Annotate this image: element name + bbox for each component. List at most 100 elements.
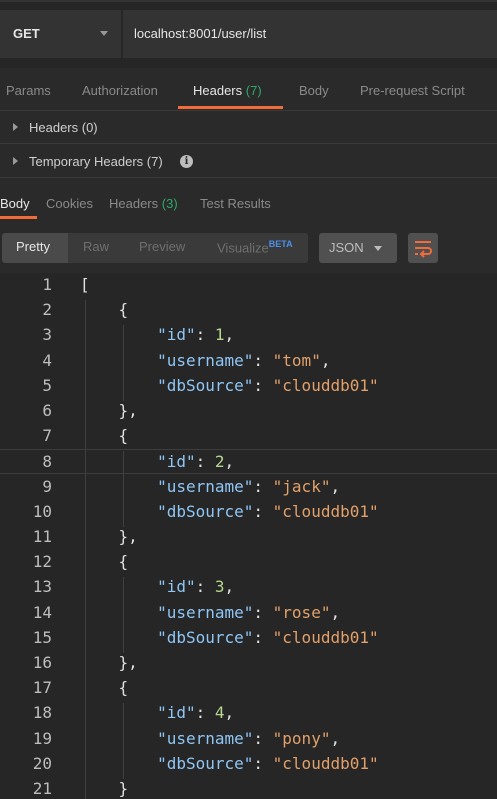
format-label: JSON xyxy=(329,240,364,255)
line-number: 6 xyxy=(42,401,52,420)
info-icon[interactable]: i xyxy=(180,155,193,168)
view-mode-group: Pretty Raw Preview VisualizeBETA xyxy=(2,233,308,263)
line-number: 1 xyxy=(42,275,52,294)
line-number: 20 xyxy=(32,753,52,773)
raw-button[interactable]: Raw xyxy=(83,239,109,254)
response-body-editor[interactable]: 1[2 {3 "id": 1, 4 "username": "tom", 5 "db… xyxy=(0,273,497,799)
code-line: 14 "username": "rose", xyxy=(0,601,497,626)
code-text: { xyxy=(80,678,129,698)
pretty-button[interactable]: Pretty xyxy=(16,239,50,254)
wrap-lines-icon xyxy=(415,241,432,258)
code-text: "id": 4, xyxy=(157,703,235,723)
code-line: 3 "id": 1, xyxy=(0,323,497,348)
url-text: localhost:8001/user/list xyxy=(134,26,267,41)
code-line: 10 "dbSource": "clouddb01" xyxy=(0,500,497,525)
line-number: 17 xyxy=(32,678,52,698)
request-tabs: Params Authorization Headers (7) Body Pr… xyxy=(0,70,497,111)
request-bar: GET localhost:8001/user/list xyxy=(0,0,497,68)
line-number: 18 xyxy=(32,703,52,723)
code-line: 2 { xyxy=(0,298,497,323)
code-line: 1[ xyxy=(0,273,497,298)
tab-body[interactable]: Body xyxy=(299,83,329,98)
tab-label: Params xyxy=(6,83,51,98)
line-number: 7 xyxy=(42,426,52,446)
code-text: "dbSource": "clouddb01" xyxy=(157,501,379,521)
code-text: "username": "rose", xyxy=(157,602,341,622)
tab-response-body[interactable]: Body xyxy=(0,196,30,211)
url-input[interactable]: localhost:8001/user/list xyxy=(123,10,497,58)
code-text: { xyxy=(80,426,129,446)
line-number: 5 xyxy=(42,375,52,395)
code-line: 9 "username": "jack", xyxy=(0,475,497,500)
line-number: 4 xyxy=(42,350,52,370)
indent-guide xyxy=(123,451,125,527)
code-text: "id": 1, xyxy=(157,325,235,345)
wrap-lines-button[interactable] xyxy=(408,233,438,263)
indent-guide xyxy=(123,325,125,401)
code-text: [ xyxy=(80,275,90,294)
code-text: "id": 3, xyxy=(157,577,235,597)
tab-params[interactable]: Params xyxy=(6,83,51,98)
code-line: 5 "dbSource": "clouddb01" xyxy=(0,374,497,399)
line-number: 13 xyxy=(32,577,52,597)
tab-label: Cookies xyxy=(46,196,93,211)
code-line: 19 "username": "pony", xyxy=(0,727,497,752)
line-number: 3 xyxy=(42,325,52,345)
chevron-right-icon xyxy=(13,123,18,131)
tab-pre-request-script[interactable]: Pre-request Script xyxy=(360,83,465,98)
format-select[interactable]: JSON xyxy=(319,233,397,263)
chevron-right-icon xyxy=(13,157,18,165)
code-text: "username": "pony", xyxy=(157,728,341,748)
tab-authorization[interactable]: Authorization xyxy=(82,83,158,98)
code-text: "dbSource": "clouddb01" xyxy=(157,375,379,395)
line-number: 9 xyxy=(42,476,52,496)
tab-cookies[interactable]: Cookies xyxy=(46,196,93,211)
visualize-button[interactable]: VisualizeBETA xyxy=(217,239,293,255)
preview-button[interactable]: Preview xyxy=(139,239,185,254)
code-line: 4 "username": "tom", xyxy=(0,349,497,374)
line-number: 21 xyxy=(32,779,52,798)
section-label: Headers (0) xyxy=(29,120,98,135)
active-tab-indicator xyxy=(178,106,283,109)
indent-guide xyxy=(123,577,125,653)
method-label: GET xyxy=(13,26,40,41)
code-line: 8 "id": 2, xyxy=(0,449,497,475)
line-number: 19 xyxy=(32,728,52,748)
code-text: }, xyxy=(80,527,138,546)
response-tabs: Body Cookies Headers (3) Test Results xyxy=(0,184,497,220)
code-text: { xyxy=(80,300,129,320)
tab-label: Headers xyxy=(109,196,159,211)
line-number: 12 xyxy=(32,552,52,572)
tab-label: Test Results xyxy=(200,196,271,211)
code-text: { xyxy=(80,552,129,572)
temporary-headers-section[interactable]: Temporary Headers (7) i xyxy=(0,144,497,178)
tab-count: (3) xyxy=(161,196,178,211)
code-line: 12 { xyxy=(0,550,497,575)
section-label: Temporary Headers (7) xyxy=(29,154,163,169)
top-strip xyxy=(0,0,497,2)
line-number: 14 xyxy=(32,602,52,622)
indent-guide xyxy=(84,300,86,799)
chevron-down-icon xyxy=(374,246,382,251)
tab-label: Body xyxy=(299,83,329,98)
line-number: 8 xyxy=(42,452,52,472)
tab-response-headers[interactable]: Headers (3) xyxy=(109,196,178,211)
visualize-label: Visualize xyxy=(217,240,269,256)
tab-headers[interactable]: Headers (7) xyxy=(193,83,262,98)
tab-test-results[interactable]: Test Results xyxy=(200,196,271,211)
code-text: "username": "tom", xyxy=(157,350,331,370)
code-text: "dbSource": "clouddb01" xyxy=(157,627,379,647)
code-text: "username": "jack", xyxy=(157,476,341,496)
code-line: 6 }, xyxy=(0,399,497,424)
tab-label: Body xyxy=(0,196,30,211)
code-text: "dbSource": "clouddb01" xyxy=(157,753,379,773)
code-text: "id": 2, xyxy=(157,452,235,472)
code-line: 18 "id": 4, xyxy=(0,701,497,726)
line-number: 16 xyxy=(32,653,52,672)
line-number: 11 xyxy=(32,527,52,546)
code-line: 13 "id": 3, xyxy=(0,575,497,600)
active-response-tab-indicator xyxy=(0,216,37,219)
code-line: 21 } xyxy=(0,777,497,799)
headers-section[interactable]: Headers (0) xyxy=(0,110,497,144)
method-select[interactable]: GET xyxy=(0,10,122,58)
